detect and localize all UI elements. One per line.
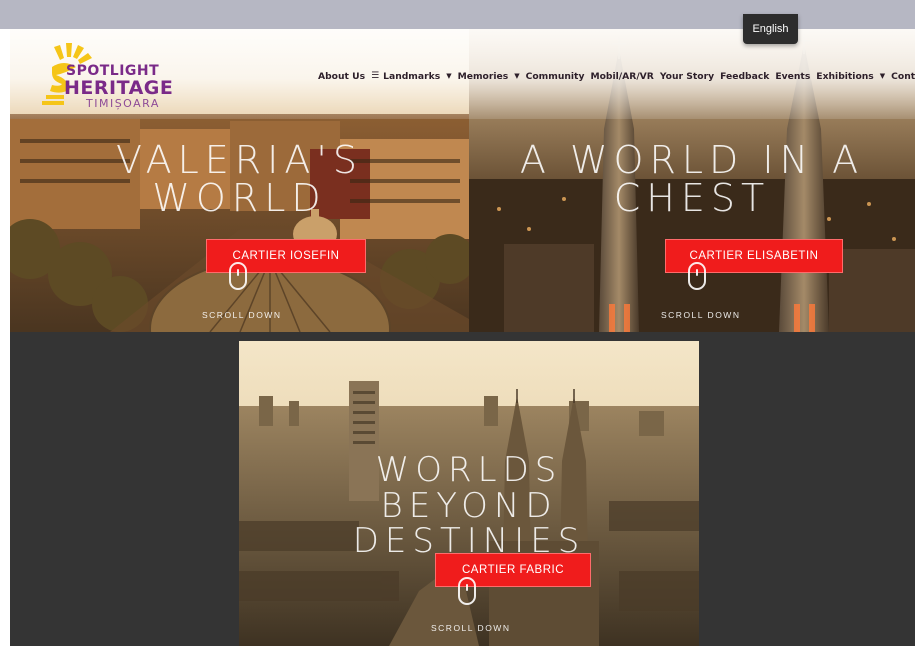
nav-exhibitions[interactable]: Exhibitions ▼ [816, 71, 885, 82]
nav-about-us[interactable]: About Us [318, 71, 365, 82]
chevron-down-icon: ▼ [446, 72, 452, 80]
logo-text-timisoara: TIMIȘOARA [86, 97, 160, 110]
nav-label: Contact [891, 70, 915, 82]
nav-label: Exhibitions [816, 70, 874, 82]
hero-title-line: CHEST [613, 176, 771, 220]
language-switch-button[interactable]: English [743, 14, 798, 44]
chevron-down-icon: ▼ [514, 72, 520, 80]
hero-title-iosefin: VALERIA'S WORLD [10, 141, 469, 217]
nav-label: Feedback [720, 70, 770, 82]
hero-title-elisabetin: A WORLD IN A CHEST [469, 141, 915, 217]
hero-title-line: A WORLD IN A [519, 138, 865, 182]
nav-your-story[interactable]: Your Story [660, 71, 714, 82]
list-icon: ☰ [371, 71, 380, 81]
nav-label: About Us [318, 70, 366, 82]
nav-label: Community [525, 70, 585, 82]
nav-landmarks[interactable]: ☰ Landmarks ▼ [371, 71, 452, 82]
hero-title-fabric: WORLDS BEYOND DESTINIES [239, 450, 699, 560]
page: VALERIA'S WORLD CARTIER IOSEFIN SCROLL D… [10, 29, 915, 646]
nav-mobil-ar-vr[interactable]: Mobil/AR/VR [590, 71, 653, 82]
nav-feedback[interactable]: Feedback [720, 71, 769, 82]
nav-label: Memories [457, 70, 509, 82]
nav-community[interactable]: Community [526, 71, 585, 82]
nav-label: Events [775, 70, 811, 82]
mouse-scroll-icon [229, 262, 247, 290]
scroll-down-link[interactable]: SCROLL DOWN [431, 623, 510, 633]
nav-contact[interactable]: Contact [891, 71, 915, 82]
hero-panel-fabric: WORLDS BEYOND DESTINIES CARTIER FABRIC S… [239, 341, 699, 646]
nav-memories[interactable]: Memories ▼ [458, 71, 520, 82]
hero-title-line: BEYOND [380, 485, 558, 526]
scroll-down-link[interactable]: SCROLL DOWN [661, 310, 740, 320]
hero-title-line: VALERIA'S [116, 138, 363, 182]
main-navigation: About Us ☰ Landmarks ▼ Memories ▼ Community… [318, 68, 915, 84]
nav-label: Mobil/AR/VR [590, 70, 654, 82]
nav-label: Your Story [659, 70, 715, 82]
hero-title-line: WORLDS [375, 450, 563, 490]
mouse-scroll-icon [688, 262, 706, 290]
chevron-down-icon: ▼ [879, 72, 886, 80]
mouse-scroll-icon [458, 577, 476, 605]
nav-events[interactable]: Events [775, 71, 810, 82]
nav-label: Landmarks [383, 70, 441, 82]
spotlight-heritage-logo[interactable]: SPOTLIGHT HERITAGE TIMIȘOARA [42, 39, 192, 110]
hero-title-line: WORLD [152, 176, 327, 220]
logo-text-heritage: HERITAGE [64, 77, 174, 99]
scroll-down-link[interactable]: SCROLL DOWN [202, 310, 281, 320]
